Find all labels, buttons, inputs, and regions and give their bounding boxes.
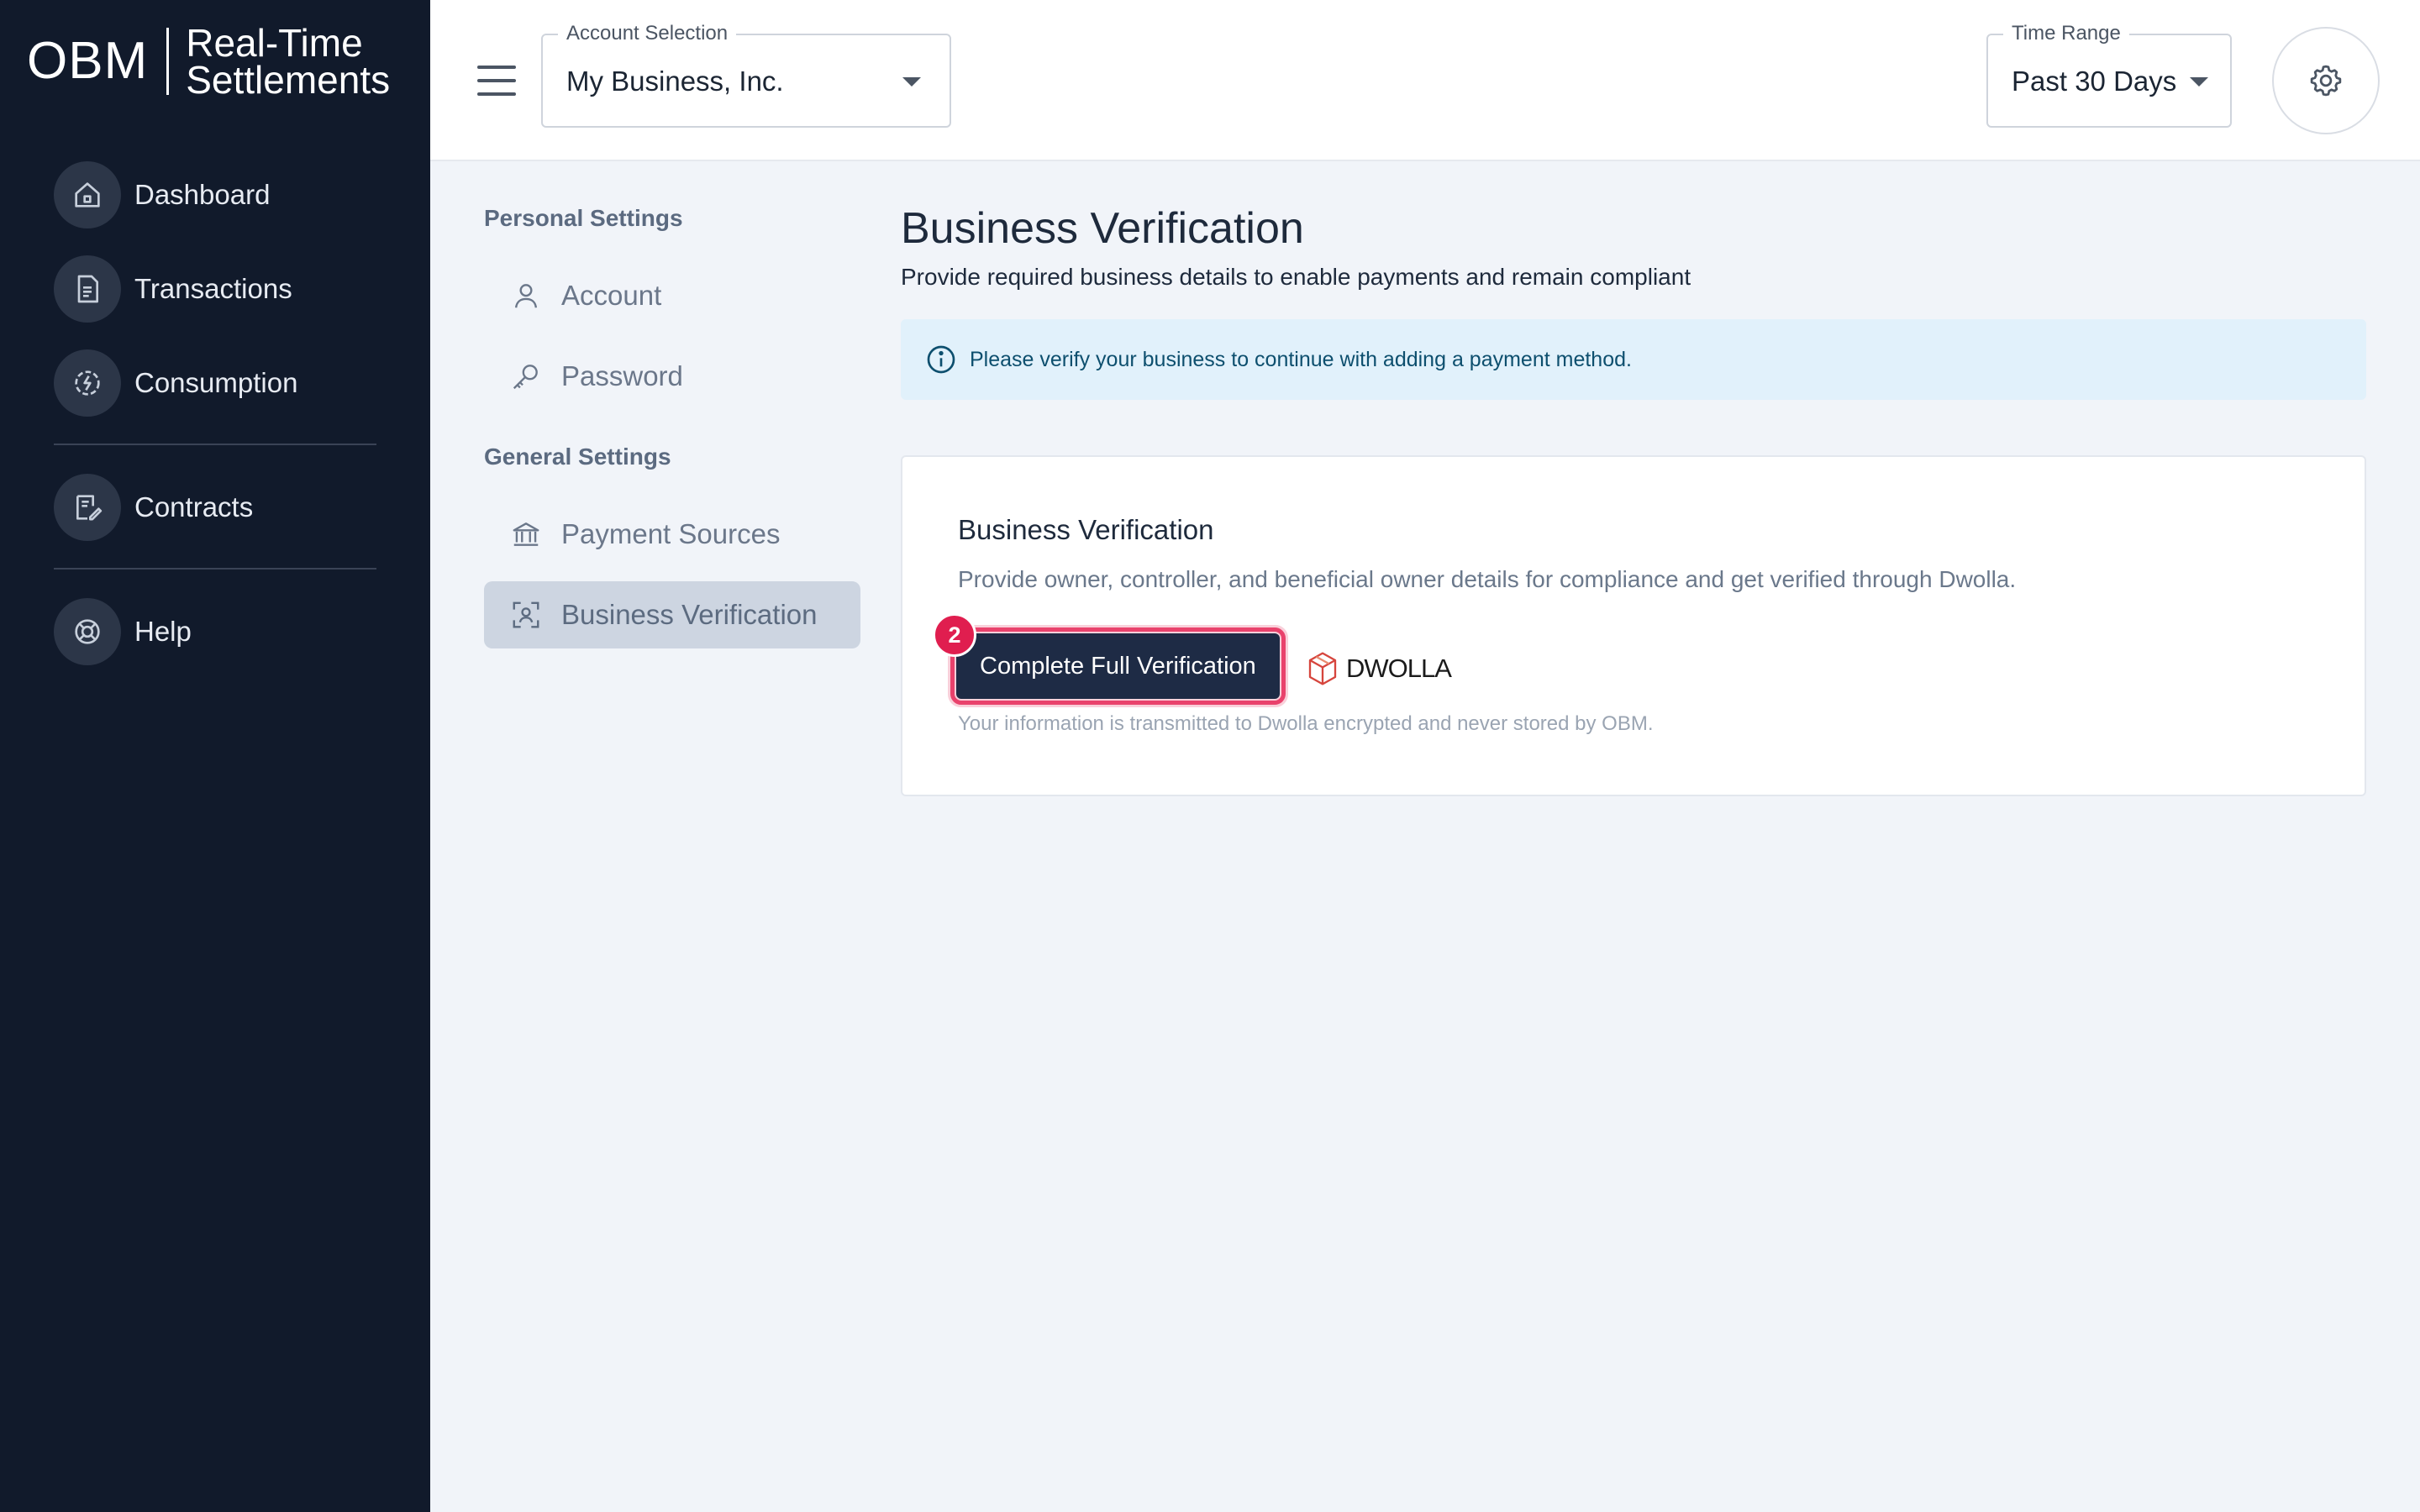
sidebar-item-label: Transactions bbox=[134, 273, 292, 304]
sidebar: OBM Real-Time Settlements Dashboard Tran… bbox=[0, 0, 430, 1512]
info-alert: Please verify your business to continue … bbox=[901, 319, 2366, 400]
security-note: Your information is transmitted to Dwoll… bbox=[958, 712, 1654, 735]
sidebar-item-dashboard[interactable]: Dashboard bbox=[54, 161, 376, 228]
sidebar-item-transactions[interactable]: Transactions bbox=[54, 255, 376, 323]
key-icon bbox=[508, 358, 544, 395]
lifebuoy-icon bbox=[54, 598, 121, 665]
settings-item-payment-sources[interactable]: Payment Sources bbox=[484, 501, 860, 568]
sidebar-item-label: Contracts bbox=[134, 491, 254, 522]
account-select[interactable]: Account Selection My Business, Inc. bbox=[541, 22, 951, 128]
settings-button[interactable] bbox=[2272, 27, 2380, 134]
caret-down-icon bbox=[902, 77, 921, 87]
brand-divider bbox=[166, 28, 170, 95]
gear-icon bbox=[2310, 65, 2342, 97]
contract-icon bbox=[54, 474, 121, 541]
card-description: Provide owner, controller, and beneficia… bbox=[958, 566, 2017, 592]
nav-divider bbox=[54, 444, 376, 445]
caret-down-icon bbox=[2190, 77, 2208, 87]
time-range-value: Past 30 Days bbox=[2012, 66, 2177, 97]
personal-settings-heading: Personal Settings bbox=[484, 205, 683, 231]
settings-item-label: Business Verification bbox=[561, 599, 818, 630]
scan-user-icon bbox=[508, 596, 544, 633]
complete-verification-button[interactable]: Complete Full Verification bbox=[950, 627, 1286, 705]
brand-line-1: Real-Time bbox=[186, 21, 363, 65]
settings-item-label: Password bbox=[561, 360, 683, 391]
top-bar: Account Selection My Business, Inc. Time… bbox=[430, 0, 2420, 161]
account-select-label: Account Selection bbox=[558, 22, 737, 45]
general-settings-heading: General Settings bbox=[484, 444, 671, 470]
settings-item-password[interactable]: Password bbox=[484, 343, 860, 410]
document-icon bbox=[54, 255, 121, 323]
sidebar-item-label: Dashboard bbox=[134, 179, 271, 210]
brand-logo[interactable]: OBM Real-Time Settlements bbox=[27, 24, 390, 99]
sidebar-item-help[interactable]: Help bbox=[54, 598, 376, 665]
settings-item-label: Account bbox=[561, 280, 662, 311]
energy-icon bbox=[54, 349, 121, 417]
main-content: Business Verification Provide required b… bbox=[901, 202, 2366, 796]
alert-text: Please verify your business to continue … bbox=[970, 347, 1632, 371]
time-range-select[interactable]: Time Range Past 30 Days bbox=[1986, 22, 2232, 128]
settings-item-account[interactable]: Account bbox=[484, 262, 860, 329]
settings-nav: Personal Settings Account Password Gener… bbox=[484, 202, 860, 662]
brand-text: Real-Time Settlements bbox=[186, 21, 391, 102]
sidebar-item-contracts[interactable]: Contracts bbox=[54, 474, 376, 541]
step-badge: 2 bbox=[933, 613, 976, 657]
time-range-label: Time Range bbox=[2003, 22, 2129, 45]
settings-item-label: Payment Sources bbox=[561, 518, 781, 549]
dwolla-wordmark: DWOLLA bbox=[1346, 654, 1452, 683]
user-icon bbox=[508, 277, 544, 314]
brand-mark: OBM bbox=[27, 32, 149, 90]
verification-card: Business Verification Provide owner, con… bbox=[901, 455, 2366, 796]
sidebar-item-label: Consumption bbox=[134, 367, 298, 398]
dwolla-logo: DWOLLA bbox=[1306, 650, 1452, 687]
page-subtitle: Provide required business details to ena… bbox=[901, 264, 1691, 290]
main-nav: Dashboard Transactions Consumption Contr… bbox=[54, 161, 376, 692]
info-icon bbox=[927, 345, 955, 374]
sidebar-item-label: Help bbox=[134, 616, 192, 647]
bank-icon bbox=[508, 516, 544, 553]
page-title: Business Verification bbox=[901, 204, 1304, 253]
sidebar-item-consumption[interactable]: Consumption bbox=[54, 349, 376, 417]
settings-item-business-verification[interactable]: Business Verification bbox=[484, 581, 860, 648]
home-icon bbox=[54, 161, 121, 228]
dwolla-cube-icon bbox=[1308, 652, 1337, 685]
account-select-value: My Business, Inc. bbox=[566, 66, 784, 97]
menu-icon[interactable] bbox=[477, 66, 516, 96]
nav-divider bbox=[54, 568, 376, 570]
brand-line-2: Settlements bbox=[186, 58, 391, 102]
card-title: Business Verification bbox=[958, 514, 1214, 545]
